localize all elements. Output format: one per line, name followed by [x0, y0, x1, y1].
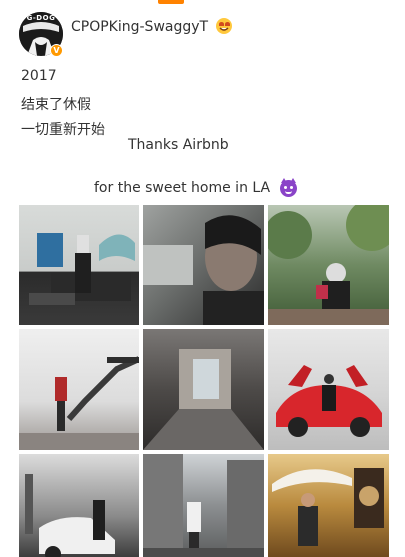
post-line-thanks: Thanks Airbnb	[128, 137, 229, 153]
grinning-face-emoji-icon	[216, 18, 232, 34]
post-line-year: 2017	[21, 68, 57, 84]
photo-street-building[interactable]	[143, 454, 264, 557]
photo-hallway[interactable]	[143, 329, 264, 450]
tab-indicator	[158, 0, 184, 4]
photo-street-car[interactable]	[19, 454, 139, 557]
post-line-restart: 一切重新开始	[21, 122, 105, 138]
avatar-logo-text: G-DOG	[26, 14, 56, 22]
photo-red-sports-car[interactable]	[268, 329, 389, 450]
post-line-home: for the sweet home in LA	[94, 180, 271, 196]
photo-selfie[interactable]	[143, 205, 264, 325]
username[interactable]: CPOPKing-SwaggyT	[71, 19, 208, 35]
weibo-post: G-DOG V CPOPKing-SwaggyT 2017 结束了休假 一切重新…	[0, 0, 405, 557]
photo-garden[interactable]	[268, 205, 389, 325]
purple-devil-emoji-icon	[280, 178, 297, 197]
photo-staircase[interactable]	[19, 329, 139, 450]
photo-living-room[interactable]	[19, 205, 139, 325]
photo-umbrella[interactable]	[268, 454, 389, 557]
post-line-vacation: 结束了休假	[21, 97, 91, 113]
verified-badge: V	[50, 44, 63, 57]
